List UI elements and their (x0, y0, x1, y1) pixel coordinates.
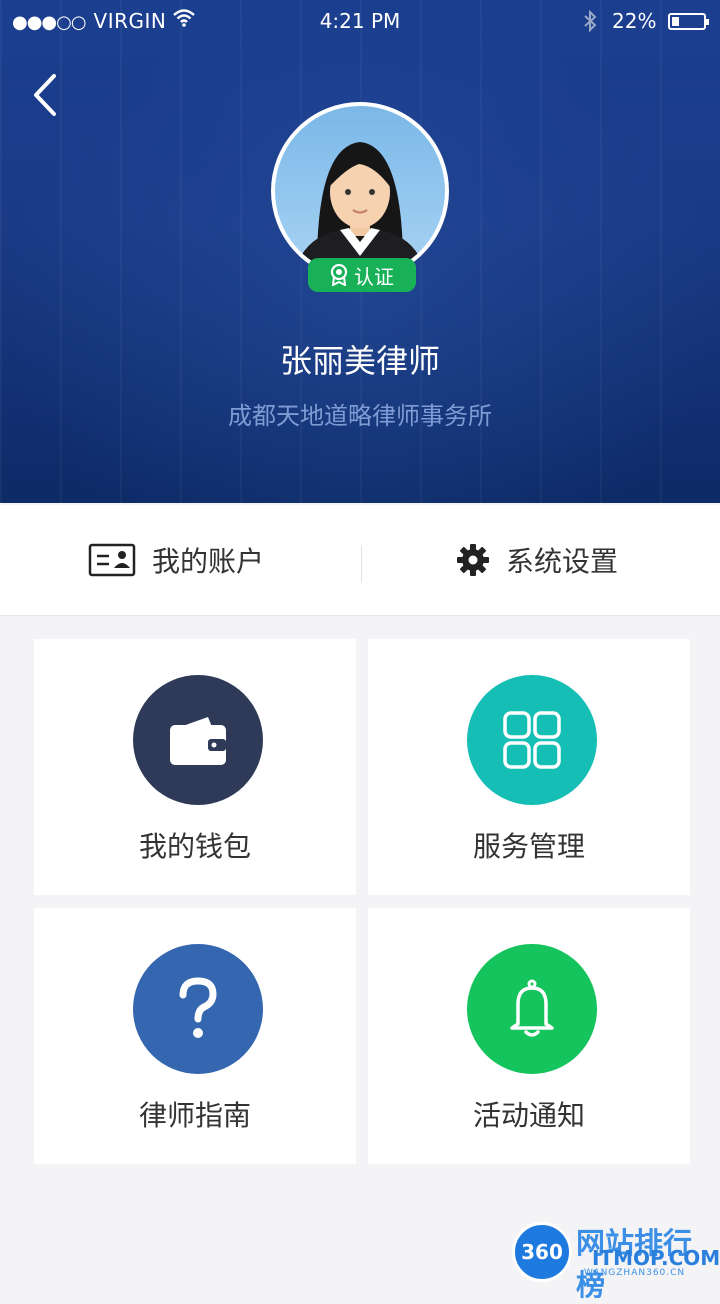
my-account-button[interactable]: 我的账户 (88, 505, 264, 615)
avatar[interactable] (271, 102, 449, 280)
my-account-label: 我的账户 (152, 545, 265, 578)
question-icon (179, 977, 217, 1038)
bell-icon (510, 979, 554, 1037)
system-settings-button[interactable]: 系统设置 (456, 505, 618, 615)
bluetooth-icon (584, 9, 597, 33)
battery-icon (668, 13, 709, 30)
watermark-domain: WANGZHAN360.CN (584, 1268, 686, 1278)
lawyer-name: 张丽美律师 (279, 342, 440, 380)
back-button[interactable] (26, 70, 66, 120)
activity-notice-label: 活动通知 (472, 1099, 585, 1132)
activity-notice-tile[interactable]: 活动通知 (368, 908, 690, 1164)
id-card-icon (88, 543, 136, 577)
status-bar: ●●●○○ VIRGIN 4:21 PM 22% (0, 0, 720, 44)
service-management-label: 服务管理 (472, 830, 585, 863)
certified-badge: 认证 (308, 258, 416, 292)
system-settings-label: 系统设置 (506, 545, 619, 578)
guide-icon-circle (133, 944, 263, 1074)
wallet-tile[interactable]: 我的钱包 (34, 639, 356, 895)
gear-icon (457, 544, 489, 576)
watermark-sub: ITMOP.COM (592, 1246, 720, 1270)
certified-icon (330, 264, 348, 286)
certified-label: 认证 (354, 264, 394, 289)
wallet-label: 我的钱包 (138, 830, 251, 863)
service-icon-circle (467, 675, 597, 805)
watermark: 360 网站排行榜 ITMOP.COM WANGZHAN360.CN (506, 1212, 720, 1302)
watermark-logo: 360 (512, 1222, 572, 1282)
grid-icon (503, 711, 561, 769)
service-management-tile[interactable]: 服务管理 (368, 639, 690, 895)
account-settings-bar: 我的账户 系统设置 (0, 505, 720, 616)
lawyer-guide-label: 律师指南 (138, 1099, 251, 1132)
wallet-icon (170, 717, 226, 765)
battery-percent: 22% (612, 9, 657, 33)
wallet-icon-circle (133, 675, 263, 805)
lawyer-guide-tile[interactable]: 律师指南 (34, 908, 356, 1164)
notice-icon-circle (467, 944, 597, 1074)
lawyer-avatar-icon (293, 142, 427, 276)
law-firm-name: 成都天地道略律师事务所 (228, 402, 492, 430)
divider (361, 545, 362, 583)
